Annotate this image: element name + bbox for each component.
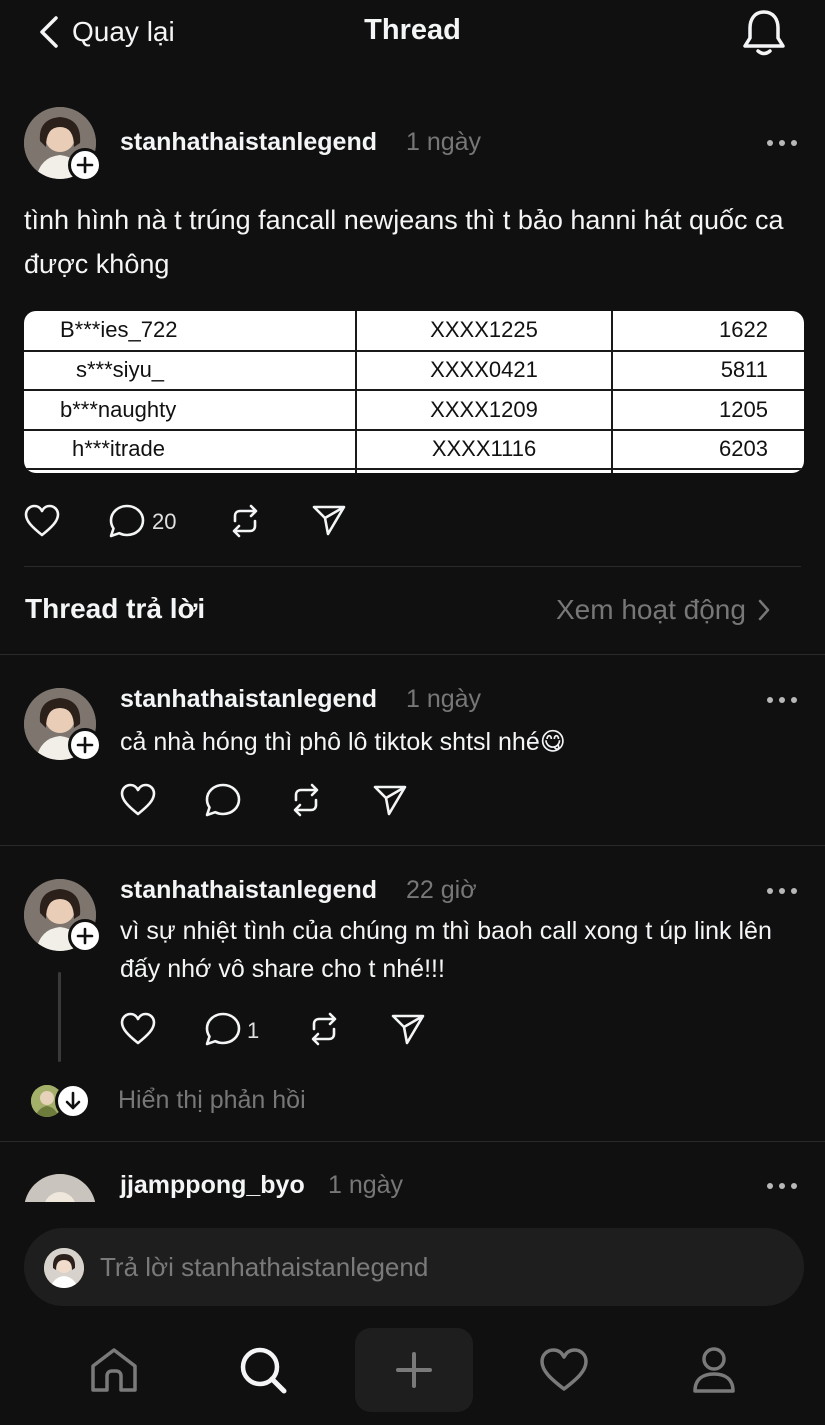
reply-input[interactable] (100, 1240, 780, 1294)
create-button[interactable] (355, 1328, 473, 1412)
thread-line (58, 972, 61, 1062)
divider (24, 566, 801, 567)
repost-icon[interactable] (288, 782, 324, 818)
plus-icon (76, 736, 94, 754)
table-row: b***naughty XXXX1209 1205 (24, 389, 804, 431)
more-options-icon[interactable] (767, 138, 797, 148)
plus-icon (76, 156, 94, 174)
reply-text: cả nhà hóng thì phô lô tiktok shtsl nhé😋 (120, 728, 566, 756)
table-cell: 1205 (611, 389, 804, 431)
divider (0, 1141, 825, 1142)
reply-time: 1 ngày (328, 1171, 404, 1199)
table-cell: B***ies_722 (24, 311, 357, 352)
follow-button[interactable] (68, 919, 102, 953)
home-icon[interactable] (74, 1330, 154, 1410)
table-cell: 6203 (611, 428, 804, 470)
table-cell: XXXX1225 (355, 311, 613, 352)
page-title: Thread (364, 14, 461, 46)
table-cell: s***siyu_ (24, 349, 357, 391)
comment-count: 20 (152, 509, 177, 534)
replies-section-title: Thread trả lời (25, 593, 206, 624)
comment-icon[interactable] (204, 782, 242, 818)
reply-username[interactable]: jjamppong_byo (120, 1171, 305, 1200)
share-send-icon[interactable] (372, 783, 408, 817)
plus-icon (76, 927, 94, 945)
bell-icon[interactable] (740, 6, 788, 58)
view-activity-link[interactable]: Xem hoạt động (556, 594, 770, 626)
table-cell: XXXX1209 (355, 389, 613, 431)
reply-time: 22 giờ (406, 876, 477, 904)
post-image-table[interactable]: B***ies_722 XXXX1225 1622 s***siyu_ XXXX… (24, 311, 804, 473)
arrow-down-icon (65, 1091, 81, 1110)
share-send-icon[interactable] (311, 503, 347, 537)
reply-username[interactable]: stanhathaistanlegend (120, 876, 377, 905)
more-options-icon[interactable] (767, 886, 797, 896)
table-cell: b***naughty (24, 389, 357, 431)
expand-replies-button[interactable] (55, 1083, 91, 1119)
more-options-icon[interactable] (767, 1181, 797, 1191)
reply-text: vì sự nhiệt tình của chúng m thì baoh ca… (120, 917, 772, 983)
repost-icon[interactable] (227, 503, 263, 539)
post-username[interactable]: stanhathaistanlegend (120, 128, 377, 157)
more-options-icon[interactable] (767, 695, 797, 705)
post-time: 1 ngày (406, 128, 482, 156)
table-cell: XXXX1116 (355, 428, 613, 470)
table-row: B***ies_722 XXXX1225 1622 (24, 311, 804, 352)
profile-icon[interactable] (674, 1330, 754, 1410)
like-heart-icon[interactable] (120, 1012, 156, 1046)
share-send-icon[interactable] (390, 1012, 426, 1046)
show-replies-link[interactable]: Hiển thị phản hồi (118, 1086, 306, 1115)
table-row: s***siyu_ XXXX0421 5811 (24, 349, 804, 391)
divider (0, 845, 825, 846)
table-cell: XXXX0421 (355, 349, 613, 391)
chevron-right-icon (758, 599, 770, 621)
reply-username[interactable]: stanhathaistanlegend (120, 685, 377, 714)
follow-button[interactable] (68, 728, 102, 762)
comment-icon[interactable] (204, 1011, 242, 1047)
like-heart-icon[interactable] (24, 504, 60, 538)
repost-icon[interactable] (306, 1011, 342, 1047)
winners-table: B***ies_722 XXXX1225 1622 s***siyu_ XXXX… (24, 311, 804, 473)
post-text: tình hình nà t trúng fancall newjeans th… (24, 205, 784, 279)
create-plus-icon (396, 1352, 432, 1388)
search-icon[interactable] (223, 1330, 303, 1410)
table-cell: 1622 (611, 311, 804, 352)
comment-count: 1 (247, 1018, 260, 1043)
divider (0, 654, 825, 655)
like-heart-icon[interactable] (120, 783, 156, 817)
current-user-avatar (44, 1248, 84, 1288)
table-row-cropped (24, 468, 804, 473)
table-cell: 5811 (611, 349, 804, 391)
reply-time: 1 ngày (406, 685, 482, 713)
follow-button[interactable] (68, 148, 102, 182)
table-cell: h***itrade (24, 428, 357, 470)
activity-heart-icon[interactable] (524, 1330, 604, 1410)
table-row: h***itrade XXXX1116 6203 (24, 428, 804, 470)
view-activity-label: Xem hoạt động (556, 594, 746, 625)
comment-icon[interactable] (108, 503, 146, 539)
